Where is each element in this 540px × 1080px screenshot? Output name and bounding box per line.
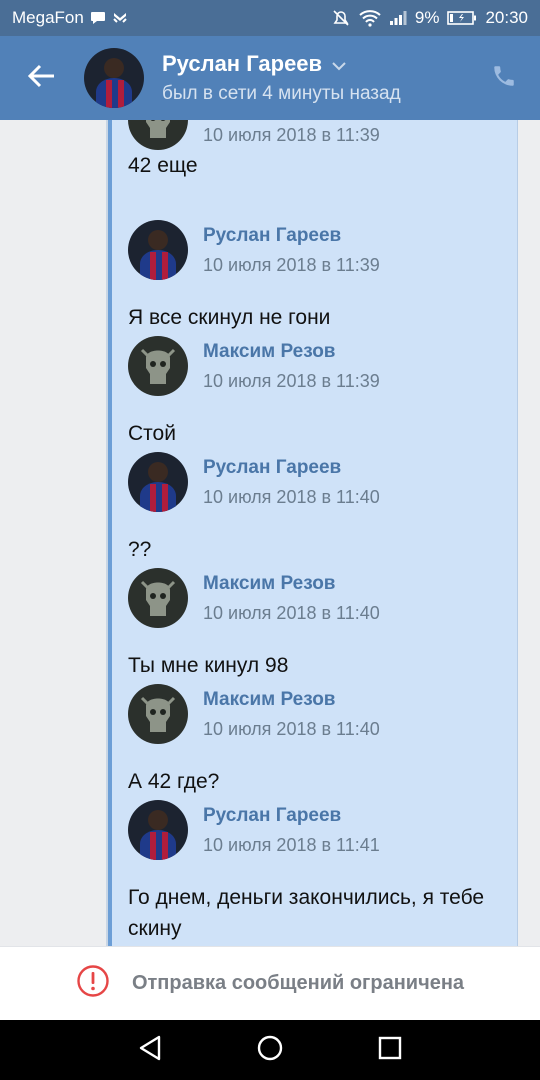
message-text: Я все скинул не гони [128, 306, 331, 329]
nav-recents-button[interactable] [360, 1020, 420, 1080]
message-time: 10 июля 2018 в 11:41 [203, 834, 380, 855]
vk-notification-icon [112, 10, 128, 26]
warning-icon [76, 964, 110, 1003]
phone-icon [491, 63, 517, 94]
message-text: Стой [128, 422, 176, 445]
wifi-icon [359, 9, 381, 27]
back-button[interactable] [0, 36, 84, 120]
message-text: ?? [128, 538, 152, 561]
message-author[interactable]: Руслан Гареев [203, 225, 380, 247]
carrier-name: MegaFon [12, 8, 84, 27]
chat-notification-icon [90, 11, 106, 25]
nav-recents-icon [377, 1035, 403, 1066]
message-time: 10 июля 2018 в 11:39 [203, 254, 380, 275]
restriction-text: Отправка сообщений ограничена [131, 972, 465, 994]
message-item: Максим Резов 10 июля 2018 в 11:39 [128, 120, 508, 150]
message-author[interactable]: Максим Резов [203, 573, 380, 595]
message-text: Ты мне кинул 98 [128, 654, 289, 677]
player-avatar [128, 452, 188, 512]
skull-avatar [128, 568, 188, 628]
battery-percent: 9% [414, 8, 440, 27]
message-item: Максим Резов 10 июля 2018 в 11:40 Ты мне… [128, 568, 508, 681]
message-author[interactable]: Максим Резов [203, 341, 380, 363]
send-restriction-notice: Отправка сообщений ограничена [0, 946, 540, 1020]
message-text: Го днем, деньги закончились, я тебе скин… [128, 886, 485, 940]
message-author[interactable]: Максим Резов [203, 689, 380, 711]
nav-home-icon [256, 1034, 284, 1067]
message-item: Руслан Гареев 10 июля 2018 в 11:40 ?? [128, 452, 508, 565]
header-title[interactable]: Руслан Гареев был в сети 4 минуты назад [162, 51, 468, 105]
message-item: Руслан Гареев 10 июля 2018 в 11:41 Го дн… [128, 800, 508, 944]
message-list[interactable]: Максим Резов 10 июля 2018 в 11:39 42 еще… [0, 120, 540, 946]
battery-icon [447, 10, 477, 26]
player-avatar [128, 800, 188, 860]
nav-back-button[interactable] [120, 1020, 180, 1080]
message-author[interactable]: Руслан Гареев [203, 457, 380, 479]
avatar[interactable] [84, 48, 144, 108]
contact-name: Руслан Гареев [162, 51, 323, 76]
message-time: 10 июля 2018 в 11:39 [203, 370, 380, 391]
nav-home-button[interactable] [240, 1020, 300, 1080]
skull-avatar [128, 336, 188, 396]
skull-avatar [128, 684, 188, 744]
message-item: Максим Резов 10 июля 2018 в 11:40 А 42 г… [128, 684, 508, 797]
message-item: 42 еще [128, 150, 508, 181]
message-item: Руслан Гареев 10 июля 2018 в 11:39 Я все… [128, 220, 508, 333]
signal-icon [389, 10, 407, 26]
chevron-down-icon [332, 51, 346, 77]
message-time: 10 июля 2018 в 11:40 [203, 718, 380, 739]
clock: 20:30 [485, 8, 528, 27]
message-text: А 42 где? [128, 770, 220, 793]
last-seen-status: был в сети 4 минуты назад [162, 83, 401, 104]
message-time: 10 июля 2018 в 11:40 [203, 602, 380, 623]
player-avatar [128, 220, 188, 280]
back-arrow-icon [27, 64, 56, 93]
message-text: 42 еще [128, 154, 198, 177]
chat-header: Руслан Гареев был в сети 4 минуты назад [0, 36, 540, 120]
message-item: Максим Резов 10 июля 2018 в 11:39 Стой [128, 336, 508, 449]
message-time: 10 июля 2018 в 11:40 [203, 486, 380, 507]
navigation-bar [0, 1020, 540, 1080]
message-time: 10 июля 2018 в 11:39 [203, 124, 380, 145]
nav-back-icon [137, 1034, 163, 1067]
mute-icon [331, 8, 351, 28]
message-author[interactable]: Руслан Гареев [203, 805, 380, 827]
call-button[interactable] [468, 36, 540, 120]
skull-avatar [128, 120, 188, 150]
status-bar: MegaFon 9% 20:30 [0, 0, 540, 36]
